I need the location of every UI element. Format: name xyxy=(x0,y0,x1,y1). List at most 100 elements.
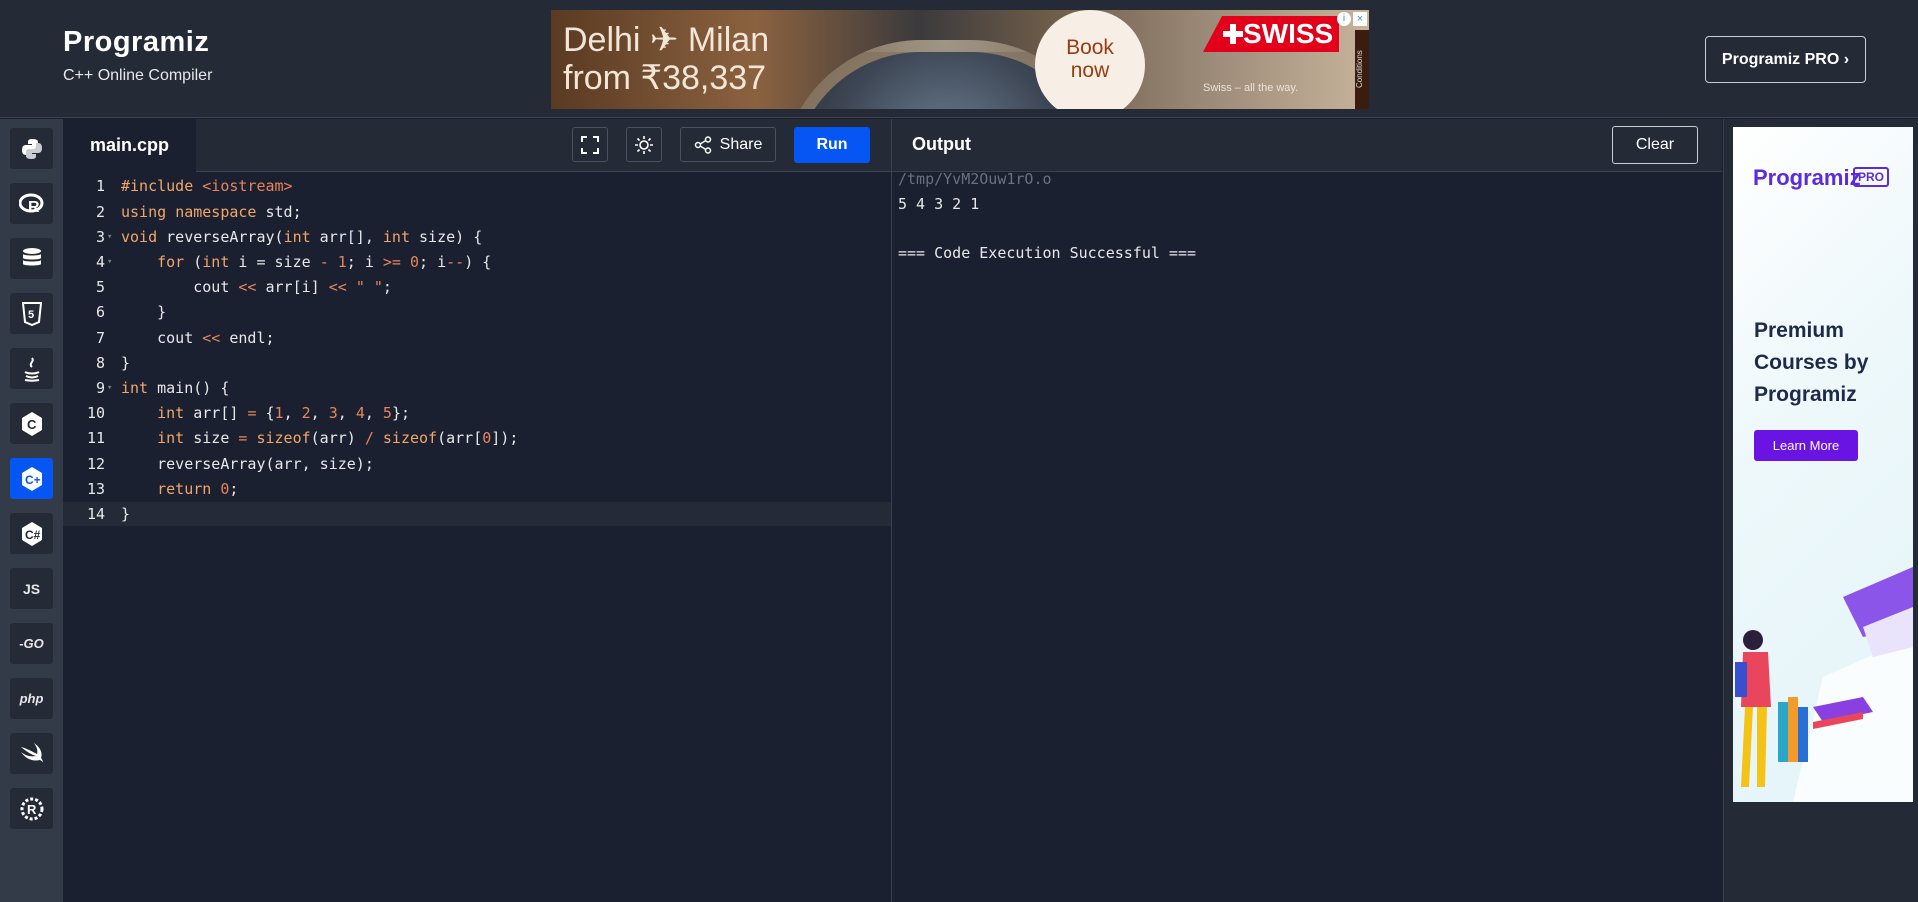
line-number: 10 xyxy=(86,404,105,423)
line-number: 6 xyxy=(95,303,105,322)
go-language-icon[interactable]: -GO xyxy=(10,623,53,664)
code-line[interactable]: 6 } xyxy=(63,300,891,325)
code-text: int size = sizeof(arr) / sizeof(arr[0]); xyxy=(157,429,519,448)
r-language-icon[interactable]: R xyxy=(10,183,53,224)
ad-route: Delhi ✈ Milan xyxy=(563,21,770,59)
line-number: 4 xyxy=(95,252,105,271)
svg-text:C: C xyxy=(27,417,37,432)
language-sidebar: R 5 C C+ C# JS -GO php R xyxy=(0,119,63,902)
code-line[interactable]: 9 ▾ int main() { xyxy=(63,376,891,401)
promo-logo: Programiz xyxy=(1753,165,1861,190)
c-language-icon[interactable]: C xyxy=(10,403,53,444)
js-label: JS xyxy=(22,580,41,597)
code-line[interactable]: 3 ▾ void reverseArray(int arr[], int size)… xyxy=(63,224,891,249)
code-text: void reverseArray(int arr[], int size) { xyxy=(121,227,483,246)
line-number: 1 xyxy=(95,177,105,196)
code-text: cout << endl; xyxy=(121,328,275,347)
swiss-brand-label: SWISS xyxy=(1243,18,1334,49)
code-line[interactable]: 8} xyxy=(63,350,891,375)
code-line[interactable]: 1 #include <iostream> xyxy=(63,174,891,199)
output-title: Output xyxy=(912,134,971,154)
line-number: 5 xyxy=(95,278,105,297)
code-text: } xyxy=(121,303,167,322)
java-icon[interactable] xyxy=(10,348,53,389)
brand[interactable]: Programiz C++ Online Compiler xyxy=(63,26,212,85)
programiz-pro-promo[interactable]: Programiz PRO Premium Courses by Program… xyxy=(1733,127,1913,802)
line-number: 13 xyxy=(86,479,105,498)
swift-icon[interactable] xyxy=(10,733,53,774)
code-text: reverseArray(arr, size); xyxy=(121,454,374,473)
rust-icon[interactable]: R xyxy=(10,788,53,829)
run-button[interactable]: Run xyxy=(794,127,870,163)
code-line[interactable]: 5 cout << arr[i] << " "; xyxy=(63,275,891,300)
clear-button[interactable]: Clear xyxy=(1612,126,1698,164)
output-status: === Code Execution Successful === xyxy=(898,244,1197,262)
page-subtitle: C++ Online Compiler xyxy=(63,67,213,84)
fold-arrow-icon[interactable]: ▾ xyxy=(105,232,121,242)
php-icon[interactable]: php xyxy=(10,678,53,719)
code-text: using namespace std; xyxy=(121,202,302,221)
code-line[interactable]: 14} xyxy=(63,501,891,527)
ad-now-label: now xyxy=(1070,59,1110,82)
svg-text:R: R xyxy=(28,199,40,215)
code-editor[interactable]: 1 #include <iostream> 2 using namespace std… xyxy=(63,172,891,902)
file-tab-main-cpp[interactable]: main.cpp xyxy=(63,119,196,172)
javascript-icon[interactable]: JS xyxy=(10,568,53,609)
promo-heading: Premium Courses by Programiz xyxy=(1754,319,1869,406)
theme-toggle-sun-icon[interactable] xyxy=(626,127,662,162)
code-text: #include <iostream> xyxy=(121,177,293,196)
html5-icon[interactable]: 5 xyxy=(10,293,53,334)
promo-illustration xyxy=(1735,567,1913,802)
line-number: 2 xyxy=(95,202,105,221)
ad-close-icon[interactable]: × xyxy=(1353,12,1367,26)
line-number: 9 xyxy=(95,378,105,397)
fullscreen-icon[interactable] xyxy=(572,127,608,162)
code-line[interactable]: 2 using namespace std; xyxy=(63,199,891,224)
database-icon[interactable] xyxy=(10,238,53,279)
cpp-language-icon[interactable]: C+ xyxy=(10,458,53,499)
ad-tagline: Swiss – all the way. xyxy=(1203,82,1299,94)
code-line[interactable]: 12 reverseArray(arr, size); xyxy=(63,451,891,476)
share-label: Share xyxy=(719,135,763,153)
fold-arrow-icon[interactable]: ▾ xyxy=(105,257,121,267)
editor-toolbar: main.cpp Share Run xyxy=(63,119,891,172)
line-number: 14 xyxy=(86,504,105,523)
output-path: /tmp/YvM2Ouw1rO.o xyxy=(898,170,1052,188)
ad-conditions-label: Conditions xyxy=(1355,30,1369,109)
code-line[interactable]: 7 cout << endl; xyxy=(63,325,891,350)
learn-more-button[interactable]: Learn More xyxy=(1754,430,1858,461)
top-bar: Programiz C++ Online Compiler Delhi ✈ Mi… xyxy=(0,0,1918,118)
output-result: 5 4 3 2 1 xyxy=(898,195,980,213)
code-line[interactable]: 11 int size = sizeof(arr) / sizeof(arr[0… xyxy=(63,426,891,451)
share-button[interactable]: Share xyxy=(680,127,776,162)
line-number: 3 xyxy=(95,227,105,246)
output-toolbar: Output Clear xyxy=(892,119,1722,172)
fold-arrow-icon[interactable]: ▾ xyxy=(105,383,121,393)
svg-text:C#: C# xyxy=(25,528,41,542)
ad-info-icon[interactable]: i xyxy=(1337,12,1351,26)
php-label: php xyxy=(19,691,44,706)
svg-text:C+: C+ xyxy=(25,473,41,487)
swiss-logo: SWISS xyxy=(1203,16,1339,52)
code-line[interactable]: 13 return 0; xyxy=(63,476,891,501)
ad-price: from ₹38,337 xyxy=(563,59,767,97)
code-text: int arr[] = {1, 2, 3, 4, 5}; xyxy=(157,404,410,423)
python-icon[interactable] xyxy=(10,128,53,169)
programiz-logo[interactable]: Programiz xyxy=(63,26,212,59)
output-panel[interactable]: /tmp/YvM2Ouw1rO.o 5 4 3 2 1 === Code Exe… xyxy=(892,170,1722,902)
promo-pro-badge: PRO xyxy=(1853,167,1890,187)
line-number: 12 xyxy=(86,454,105,473)
svg-text:R: R xyxy=(27,802,37,817)
ad-book-now-button[interactable]: Book now xyxy=(1035,10,1145,109)
go-label: -GO xyxy=(19,636,44,651)
line-number: 7 xyxy=(95,328,105,347)
svg-text:5: 5 xyxy=(28,309,34,321)
code-line[interactable]: 10 int arr[] = {1, 2, 3, 4, 5}; xyxy=(63,401,891,426)
code-text: return 0; xyxy=(157,479,239,498)
code-text: for (int i = size - 1; i >= 0; i--) { xyxy=(157,252,492,271)
ad-book-label: Book xyxy=(1066,36,1114,59)
csharp-language-icon[interactable]: C# xyxy=(10,513,53,554)
advertisement-banner[interactable]: Delhi ✈ Milan from ₹38,337 Book now SWIS… xyxy=(551,10,1369,109)
programiz-pro-button[interactable]: Programiz PRO › xyxy=(1705,36,1866,83)
code-line[interactable]: 4 ▾ for (int i = size - 1; i >= 0; i--) { xyxy=(63,250,891,275)
